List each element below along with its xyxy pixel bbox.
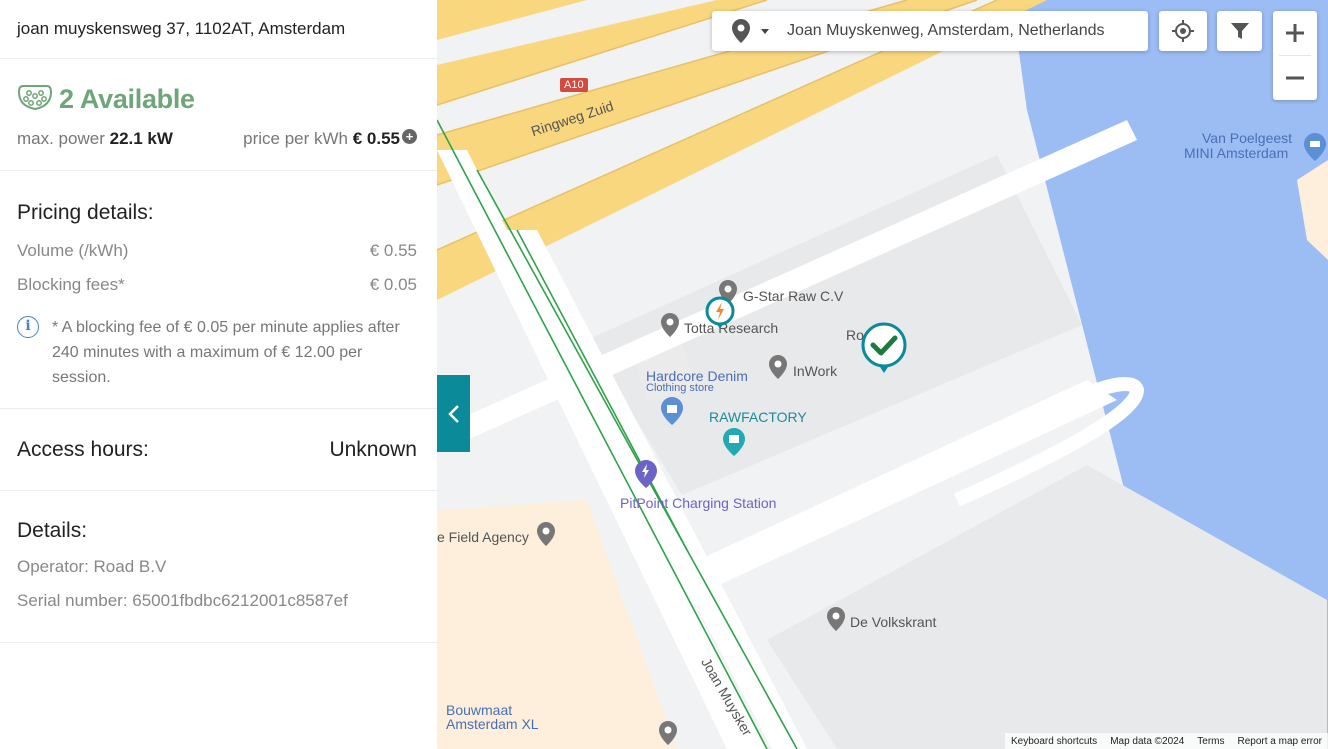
car-dealer-icon[interactable] <box>1304 133 1326 166</box>
poi-rawfactory[interactable]: RAWFACTORY <box>709 409 807 425</box>
map-pin-icon[interactable] <box>827 607 845 636</box>
pricing-row-volume: Volume (/kWh) € 0.55 <box>17 241 417 260</box>
connector-icon <box>17 82 59 117</box>
zoom-in-button[interactable] <box>1273 11 1317 55</box>
info-icon: i <box>17 316 39 338</box>
access-hours-section: Access hours: Unknown <box>0 409 437 491</box>
zoom-controls <box>1273 11 1317 100</box>
max-power: max. power 22.1 kW <box>17 129 173 148</box>
poi-volkskrant[interactable]: De Volkskrant <box>850 614 936 630</box>
poi-field-agency[interactable]: e Field Agency <box>437 529 529 545</box>
plus-icon <box>1286 24 1304 42</box>
charging-station-marker-icon[interactable] <box>705 296 735 335</box>
availability-section: 2 Available max. power 22.1 kW price per… <box>0 59 437 171</box>
crosshair-icon <box>1172 20 1194 42</box>
filter-icon <box>1230 23 1249 39</box>
terms-link[interactable]: Terms <box>1197 736 1224 747</box>
expand-price-icon[interactable]: + <box>402 129 417 144</box>
map-pin-icon[interactable] <box>661 313 679 342</box>
blocking-fee-note: i * A blocking fee of € 0.05 per minute … <box>17 315 417 390</box>
pricing-title: Pricing details: <box>17 201 154 224</box>
pricing-section: Pricing details: Volume (/kWh) € 0.55 Blo… <box>0 171 437 409</box>
map-data-text: Map data ©2024 <box>1110 735 1185 747</box>
poi-gstar[interactable]: G-Star Raw C.V <box>743 288 843 304</box>
access-hours-label: Access hours: <box>17 437 149 461</box>
search-input[interactable] <box>787 22 1117 40</box>
station-details-panel: joan muyskensweg 37, 1102AT, Amsterdam 2… <box>0 0 437 749</box>
pricing-row-blocking: Blocking fees* € 0.05 <box>17 275 417 294</box>
map-pin-icon[interactable] <box>769 355 787 384</box>
charging-pin-icon[interactable] <box>635 460 657 493</box>
serial-number-text: Serial number: 65001fbdbc6212001c8587ef <box>17 591 348 610</box>
details-title: Details: <box>17 519 88 542</box>
collapse-panel-button[interactable] <box>437 375 470 452</box>
operator-text: Operator: Road B.V <box>17 557 167 576</box>
location-pin-icon[interactable] <box>721 11 761 51</box>
location-search-box[interactable] <box>712 11 1148 51</box>
keyboard-shortcuts-link[interactable]: Keyboard shortcuts <box>1011 736 1097 747</box>
poi-van-poelgeest[interactable]: Van Poelgeest <box>1202 130 1292 146</box>
a10-shield: A10 <box>560 78 588 92</box>
selected-station-check-icon[interactable] <box>860 321 908 380</box>
zoom-out-button[interactable] <box>1273 56 1317 100</box>
caret-down-icon[interactable] <box>761 28 769 34</box>
access-hours-value: Unknown <box>329 437 417 461</box>
shopping-bag-icon[interactable] <box>661 397 683 430</box>
station-address: joan muyskensweg 37, 1102AT, Amsterdam <box>0 0 437 59</box>
poi-clothing-store: Clothing store <box>646 382 714 394</box>
report-error-link[interactable]: Report a map error <box>1238 736 1322 747</box>
details-section: Details: Operator: Road B.V Serial numbe… <box>0 491 437 643</box>
map-attribution: Keyboard shortcuts Map data ©2024 Terms … <box>1005 733 1328 749</box>
raw-factory-icon[interactable] <box>723 428 745 461</box>
my-location-button[interactable] <box>1159 11 1207 51</box>
poi-pitpoint[interactable]: PitPoint Charging Station <box>620 495 776 511</box>
price-per-kwh: price per kWh € 0.55 + <box>243 129 417 149</box>
poi-mini-amsterdam: MINI Amsterdam <box>1184 145 1289 161</box>
map-pin-icon[interactable] <box>537 522 555 551</box>
map-pin-icon[interactable] <box>659 721 677 749</box>
map-canvas[interactable]: A10 Ringweg Zuid Joan Muysker G-Star Raw… <box>437 0 1328 749</box>
filter-button[interactable] <box>1217 11 1262 51</box>
poi-bouwmaat-xl: Amsterdam XL <box>446 716 539 732</box>
poi-inwork[interactable]: InWork <box>793 363 837 379</box>
chevron-left-icon <box>447 404 459 423</box>
minus-icon <box>1286 76 1304 80</box>
availability-status: 2 Available <box>59 83 195 114</box>
